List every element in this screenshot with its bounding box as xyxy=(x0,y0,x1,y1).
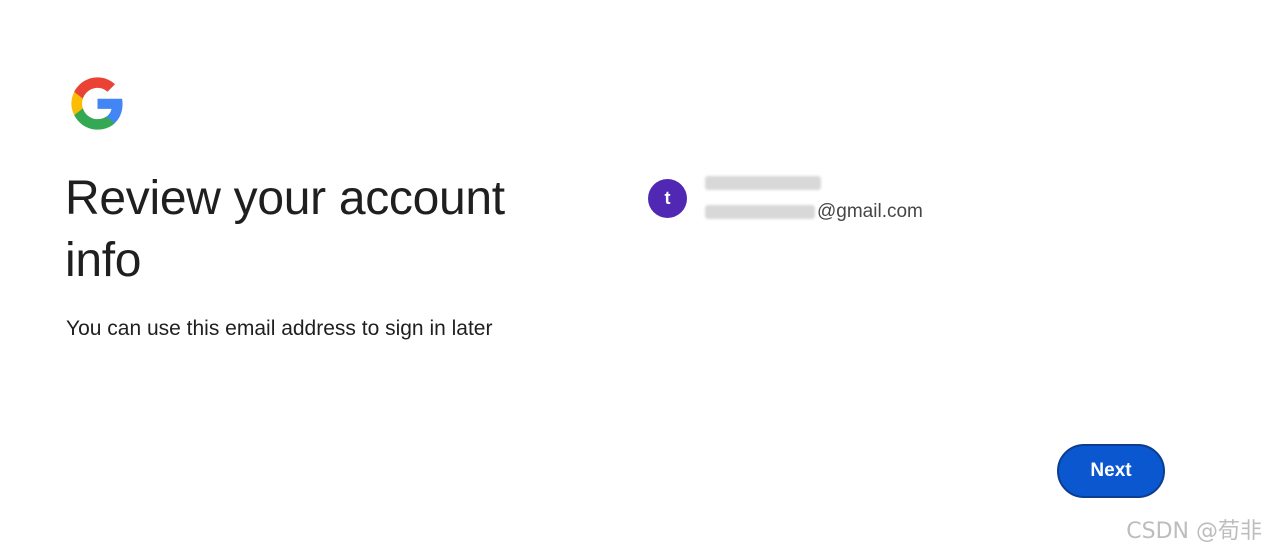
google-logo-icon xyxy=(71,77,123,130)
account-email: @gmail.com xyxy=(705,200,923,224)
watermark: CSDN @荀非 xyxy=(1126,519,1262,544)
account-email-domain: @gmail.com xyxy=(817,201,923,222)
account-chip: t @gmail.com xyxy=(648,172,923,224)
redacted-name xyxy=(705,176,821,190)
redacted-email-prefix xyxy=(705,205,815,219)
account-name xyxy=(705,172,923,194)
page-subtitle: You can use this email address to sign i… xyxy=(66,317,493,340)
page-title: Review your account info xyxy=(65,172,505,287)
account-details: @gmail.com xyxy=(705,172,923,224)
avatar: t xyxy=(648,178,687,218)
next-button[interactable]: Next xyxy=(1057,444,1165,498)
